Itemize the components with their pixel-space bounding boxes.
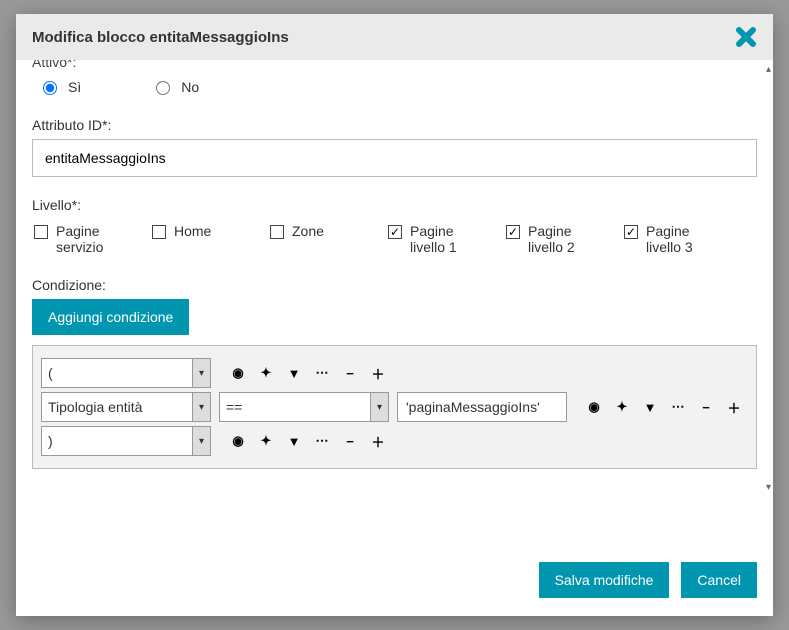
- level-checkbox-3[interactable]: Pagine livello 1: [388, 223, 484, 255]
- condition-operator-select-value: ==: [226, 399, 242, 415]
- condition-label: Condizione:: [32, 277, 757, 293]
- chevron-down-icon: ▾: [192, 393, 210, 421]
- target-icon[interactable]: ◉: [231, 434, 245, 448]
- chevron-down-icon: ▾: [370, 393, 388, 421]
- level-checkbox-label: Home: [174, 223, 211, 239]
- condition-operator-select[interactable]: == ▾: [219, 392, 389, 422]
- active-radio-no[interactable]: No: [151, 78, 199, 95]
- level-label: Livello*:: [32, 197, 757, 213]
- scroll-up-icon[interactable]: ▴: [766, 64, 771, 75]
- remove-icon[interactable]: −: [343, 366, 357, 380]
- variable-icon[interactable]: ✦: [259, 366, 273, 380]
- condition-left-select[interactable]: )▾: [41, 426, 211, 456]
- add-icon[interactable]: ＋: [371, 366, 385, 380]
- condition-box: (▾◉✦▼⋯−＋Tipologia entità▾==▾'paginaMessa…: [32, 345, 757, 469]
- active-radio-yes[interactable]: Sì: [38, 78, 81, 95]
- checkbox-icon[interactable]: [624, 225, 638, 239]
- condition-left-select[interactable]: (▾: [41, 358, 211, 388]
- condition-left-select-value: ): [48, 433, 53, 449]
- level-checkbox-5[interactable]: Pagine livello 3: [624, 223, 720, 255]
- row-actions: ◉ ✦ ▼ ⋯−＋: [231, 366, 385, 380]
- close-icon[interactable]: [735, 26, 757, 48]
- checkbox-icon[interactable]: [34, 225, 48, 239]
- variable-icon[interactable]: ✦: [615, 400, 629, 414]
- row-actions: ◉ ✦ ▼ ⋯−＋: [231, 434, 385, 448]
- modal-title: Modifica blocco entitaMessaggioIns: [32, 29, 289, 46]
- cancel-button[interactable]: Cancel: [681, 562, 757, 598]
- active-label: Attivo*:: [32, 60, 757, 70]
- modal-body: ▴ Attivo*: Sì No Attributo ID*: Livello*…: [16, 60, 773, 549]
- add-icon[interactable]: ＋: [371, 434, 385, 448]
- condition-left-select-value: (: [48, 365, 53, 381]
- condition-row: )▾◉✦▼⋯−＋: [41, 426, 748, 456]
- level-checkbox-4[interactable]: Pagine livello 2: [506, 223, 602, 255]
- chevron-down-icon: ▾: [192, 359, 210, 387]
- remove-icon[interactable]: −: [699, 400, 713, 414]
- checkbox-icon[interactable]: [152, 225, 166, 239]
- level-checkbox-group: Pagine servizio Home Zone Pagine livello 1 P…: [32, 219, 757, 263]
- level-checkbox-0[interactable]: Pagine servizio: [34, 223, 130, 255]
- level-checkbox-label: Pagine livello 3: [646, 223, 720, 255]
- filter-icon[interactable]: ▼: [287, 366, 301, 380]
- level-checkbox-label: Pagine servizio: [56, 223, 130, 255]
- attribute-id-input[interactable]: [32, 139, 757, 177]
- chevron-down-icon: ▾: [192, 427, 210, 455]
- active-radio-no-label: No: [181, 79, 199, 95]
- save-button[interactable]: Salva modifiche: [539, 562, 670, 598]
- condition-row: (▾◉✦▼⋯−＋: [41, 358, 748, 388]
- more-icon[interactable]: ⋯: [671, 400, 685, 414]
- modal-header: Modifica blocco entitaMessaggioIns: [16, 14, 773, 60]
- checkbox-icon[interactable]: [388, 225, 402, 239]
- more-icon[interactable]: ⋯: [315, 366, 329, 380]
- active-radio-yes-input[interactable]: [43, 81, 57, 95]
- filter-icon[interactable]: ▼: [287, 434, 301, 448]
- checkbox-icon[interactable]: [270, 225, 284, 239]
- level-checkbox-2[interactable]: Zone: [270, 223, 366, 255]
- add-condition-button[interactable]: Aggiungi condizione: [32, 299, 189, 335]
- add-icon[interactable]: ＋: [727, 400, 741, 414]
- level-checkbox-label: Pagine livello 1: [410, 223, 484, 255]
- checkbox-icon[interactable]: [506, 225, 520, 239]
- condition-value-input[interactable]: 'paginaMessaggioIns': [397, 392, 567, 422]
- condition-row: Tipologia entità ▾ == ▾ 'paginaMessaggioIns'…: [41, 392, 748, 422]
- target-icon[interactable]: ◉: [231, 366, 245, 380]
- more-icon[interactable]: ⋯: [315, 434, 329, 448]
- target-icon[interactable]: ◉: [587, 400, 601, 414]
- active-radio-yes-label: Sì: [68, 79, 81, 95]
- level-checkbox-label: Pagine livello 2: [528, 223, 602, 255]
- scroll-down-icon[interactable]: ▾: [766, 482, 771, 493]
- condition-left-select-value: Tipologia entità: [48, 399, 142, 415]
- active-radio-group: Sì No: [32, 74, 757, 105]
- modal-footer: Salva modifiche Cancel: [16, 549, 773, 616]
- filter-icon[interactable]: ▼: [643, 400, 657, 414]
- active-radio-no-input[interactable]: [156, 81, 170, 95]
- level-checkbox-label: Zone: [292, 223, 324, 239]
- remove-icon[interactable]: −: [343, 434, 357, 448]
- variable-icon[interactable]: ✦: [259, 434, 273, 448]
- condition-left-select[interactable]: Tipologia entità ▾: [41, 392, 211, 422]
- edit-block-modal: Modifica blocco entitaMessaggioIns ▴ Att…: [16, 14, 773, 616]
- attribute-id-label: Attributo ID*:: [32, 117, 757, 133]
- row-actions: ◉ ✦ ▼ ⋯−＋: [587, 400, 741, 414]
- level-checkbox-1[interactable]: Home: [152, 223, 248, 255]
